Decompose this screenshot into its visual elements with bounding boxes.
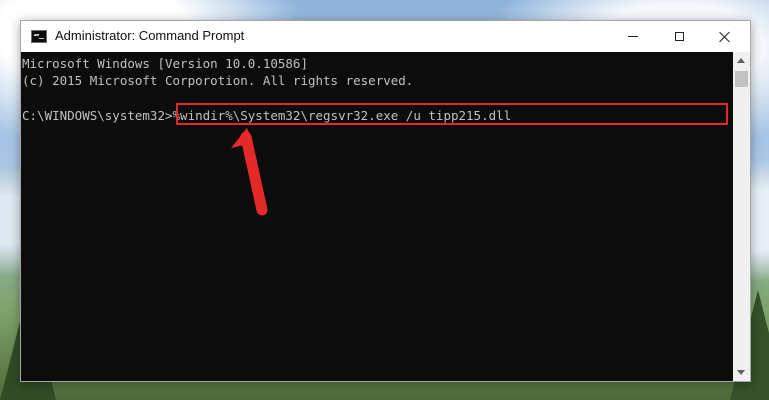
annotation-arrow-icon	[231, 128, 268, 216]
